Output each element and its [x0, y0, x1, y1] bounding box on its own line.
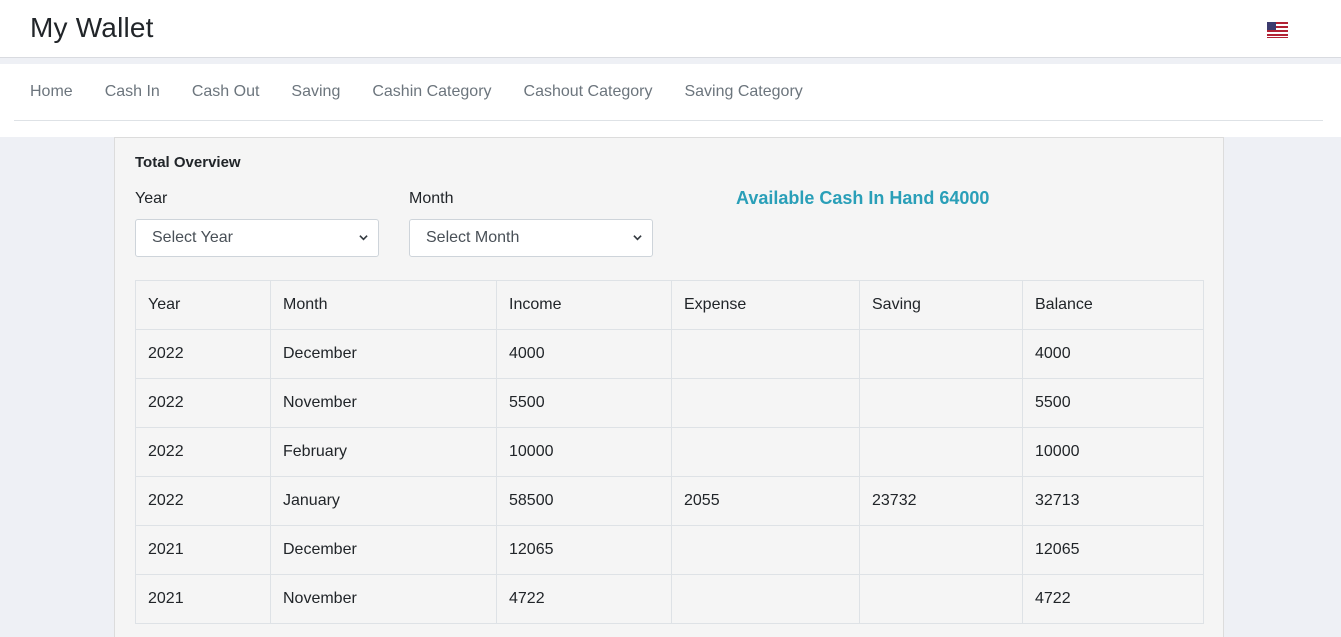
- table-row: 2022 January 58500 2055 23732 32713: [135, 476, 1204, 526]
- cell-saving: [859, 329, 1023, 379]
- month-select[interactable]: Select Month: [409, 219, 653, 257]
- year-select-value: Select Year: [152, 229, 233, 246]
- cell-expense: [671, 378, 860, 428]
- col-expense: Expense: [671, 280, 860, 330]
- overview-table: Year Month Income Expense Saving Balance…: [135, 280, 1204, 624]
- cell-month: January: [270, 476, 497, 526]
- col-month: Month: [270, 280, 497, 330]
- table-row: 2022 November 5500 5500: [135, 378, 1204, 428]
- main-nav: Home Cash In Cash Out Saving Cashin Cate…: [14, 64, 1323, 121]
- cell-income: 12065: [496, 525, 672, 575]
- table-row: 2021 November 4722 4722: [135, 574, 1204, 624]
- table-row: 2021 December 12065 12065: [135, 525, 1204, 575]
- cell-month: December: [270, 525, 497, 575]
- cell-expense: [671, 329, 860, 379]
- nav-saving[interactable]: Saving: [291, 82, 340, 102]
- cell-month: December: [270, 329, 497, 379]
- cell-month: November: [270, 574, 497, 624]
- top-bar: My Wallet: [0, 0, 1341, 58]
- cell-expense: [671, 427, 860, 477]
- chevron-down-icon: [633, 235, 642, 241]
- nav-saving-category[interactable]: Saving Category: [684, 82, 802, 102]
- cell-balance: 12065: [1022, 525, 1204, 575]
- cell-income: 10000: [496, 427, 672, 477]
- cell-month: November: [270, 378, 497, 428]
- cell-saving: [859, 427, 1023, 477]
- table-row: 2022 February 10000 10000: [135, 427, 1204, 477]
- cell-year: 2021: [135, 574, 271, 624]
- cell-balance: 4722: [1022, 574, 1204, 624]
- col-saving: Saving: [859, 280, 1023, 330]
- table-row: 2022 December 4000 4000: [135, 329, 1204, 379]
- cell-balance: 32713: [1022, 476, 1204, 526]
- cell-year: 2022: [135, 378, 271, 428]
- cell-income: 58500: [496, 476, 672, 526]
- nav-cashin-category[interactable]: Cashin Category: [372, 82, 491, 102]
- cell-income: 4722: [496, 574, 672, 624]
- cell-year: 2022: [135, 476, 271, 526]
- us-flag-icon[interactable]: [1267, 22, 1288, 38]
- month-label: Month: [409, 190, 454, 207]
- cell-expense: [671, 525, 860, 575]
- month-select-value: Select Month: [426, 229, 520, 246]
- nav-cash-in[interactable]: Cash In: [105, 82, 160, 102]
- cell-balance: 10000: [1022, 427, 1204, 477]
- cell-year: 2022: [135, 427, 271, 477]
- cell-year: 2022: [135, 329, 271, 379]
- cell-saving: [859, 525, 1023, 575]
- col-income: Income: [496, 280, 672, 330]
- year-select[interactable]: Select Year: [135, 219, 379, 257]
- chevron-down-icon: [359, 235, 368, 241]
- cell-expense: 2055: [671, 476, 860, 526]
- cell-income: 5500: [496, 378, 672, 428]
- cell-saving: [859, 574, 1023, 624]
- cell-expense: [671, 574, 860, 624]
- col-balance: Balance: [1022, 280, 1204, 330]
- nav-cash-out[interactable]: Cash Out: [192, 82, 260, 102]
- cell-balance: 5500: [1022, 378, 1204, 428]
- nav-home[interactable]: Home: [30, 82, 73, 102]
- cell-saving: [859, 378, 1023, 428]
- cell-income: 4000: [496, 329, 672, 379]
- overview-card: Total Overview Year Select Year Month Se…: [114, 137, 1224, 637]
- cell-balance: 4000: [1022, 329, 1204, 379]
- table-header-row: Year Month Income Expense Saving Balance: [135, 280, 1204, 330]
- year-label: Year: [135, 190, 168, 207]
- cell-year: 2021: [135, 525, 271, 575]
- col-year: Year: [135, 280, 271, 330]
- cell-saving: 23732: [859, 476, 1023, 526]
- nav-wrapper: Home Cash In Cash Out Saving Cashin Cate…: [0, 64, 1341, 137]
- cash-in-hand: Available Cash In Hand 64000: [736, 188, 990, 208]
- card-title: Total Overview: [135, 154, 241, 171]
- nav-cashout-category[interactable]: Cashout Category: [524, 82, 653, 102]
- cell-month: February: [270, 427, 497, 477]
- app-title[interactable]: My Wallet: [30, 12, 154, 44]
